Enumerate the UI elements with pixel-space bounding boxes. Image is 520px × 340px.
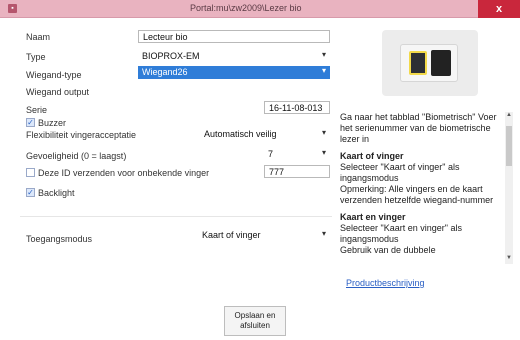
gevoeligheid-select[interactable]: 7 ▾ — [264, 148, 330, 161]
type-label: Type — [26, 52, 46, 62]
chevron-down-icon: ▾ — [321, 66, 326, 75]
app-icon: ▪ — [8, 4, 17, 13]
naam-label: Naam — [26, 32, 51, 42]
help-note: Opmerking: Alle vingers en de kaart verz… — [340, 184, 494, 205]
help-intro: Ga naar het tabblad "Biometrisch" Voer h… — [340, 112, 497, 144]
wiegand-type-label: Wiegand-type — [26, 70, 82, 80]
flexibiliteit-select[interactable]: Automatisch veilig ▾ — [200, 128, 330, 141]
toegangsmodus-label: Toegangsmodus — [26, 234, 93, 244]
scroll-up-icon[interactable]: ▲ — [506, 112, 512, 118]
backlight-checkbox[interactable]: ✓ — [26, 188, 35, 197]
toegangsmodus-select[interactable]: Kaart of vinger ▾ — [198, 229, 330, 242]
buzzer-checkbox[interactable]: ✓ — [26, 118, 35, 127]
help-text: Gebruik van de dubbele — [340, 245, 436, 255]
id-verzenden-input[interactable]: 777 — [264, 165, 330, 178]
scroll-thumb[interactable] — [506, 126, 512, 166]
type-value: BIOPROX-EM — [142, 51, 200, 61]
reader-image — [382, 30, 478, 96]
chevron-down-icon: ▾ — [321, 148, 326, 157]
toegangsmodus-value: Kaart of vinger — [202, 230, 261, 240]
serie-input[interactable]: 16-11-08-013 — [264, 101, 330, 114]
reader-body — [400, 44, 458, 82]
wiegand-output-label: Wiegand output — [26, 87, 90, 97]
help-scrollbar[interactable]: ▲ ▼ — [505, 112, 513, 264]
fingerprint-sensor-icon — [409, 51, 427, 75]
chevron-down-icon: ▾ — [321, 128, 326, 137]
id-verzenden-checkbox[interactable] — [26, 168, 35, 177]
help-section-title: Kaart en vinger — [340, 212, 406, 222]
buzzer-label: Buzzer — [38, 118, 67, 128]
window-title: Portal:mu\zw2009\Lezer bio — [190, 3, 302, 13]
gevoeligheid-label: Gevoeligheid (0 = laagst) — [26, 151, 127, 161]
divider — [20, 216, 332, 217]
naam-input[interactable]: Lecteur bio — [138, 30, 330, 43]
type-select[interactable]: BIOPROX-EM ▾ — [138, 50, 330, 63]
chevron-down-icon: ▾ — [321, 229, 326, 238]
card-reader-icon — [431, 50, 451, 76]
help-text: Selecteer "Kaart of vinger" als ingangsm… — [340, 162, 460, 183]
gevoeligheid-value: 7 — [268, 149, 274, 159]
flexibiliteit-label: Flexibiliteit vingeracceptatie — [26, 130, 137, 140]
backlight-label: Backlight — [38, 188, 75, 198]
product-description-link[interactable]: Productbeschrijving — [346, 278, 425, 288]
help-panel: Ga naar het tabblad "Biometrisch" Voer h… — [340, 112, 504, 264]
title-bar: ▪ Portal:mu\zw2009\Lezer bio x — [0, 0, 520, 18]
id-verzenden-label: Deze ID verzenden voor onbekende vinger — [38, 168, 210, 178]
scroll-down-icon[interactable]: ▼ — [506, 255, 512, 261]
save-and-close-button[interactable]: Opslaan en afsluiten — [224, 306, 286, 336]
help-section-title: Kaart of vinger — [340, 151, 404, 161]
close-button[interactable]: x — [478, 0, 520, 18]
help-text: Selecteer "Kaart en vinger" als ingangsm… — [340, 223, 462, 244]
wiegand-type-select[interactable]: Wiegand26 ▾ — [138, 66, 330, 79]
chevron-down-icon: ▾ — [321, 50, 326, 59]
flexibiliteit-value: Automatisch veilig — [204, 129, 277, 139]
serie-label: Serie — [26, 105, 48, 115]
wiegand-type-value: Wiegand26 — [142, 67, 188, 77]
